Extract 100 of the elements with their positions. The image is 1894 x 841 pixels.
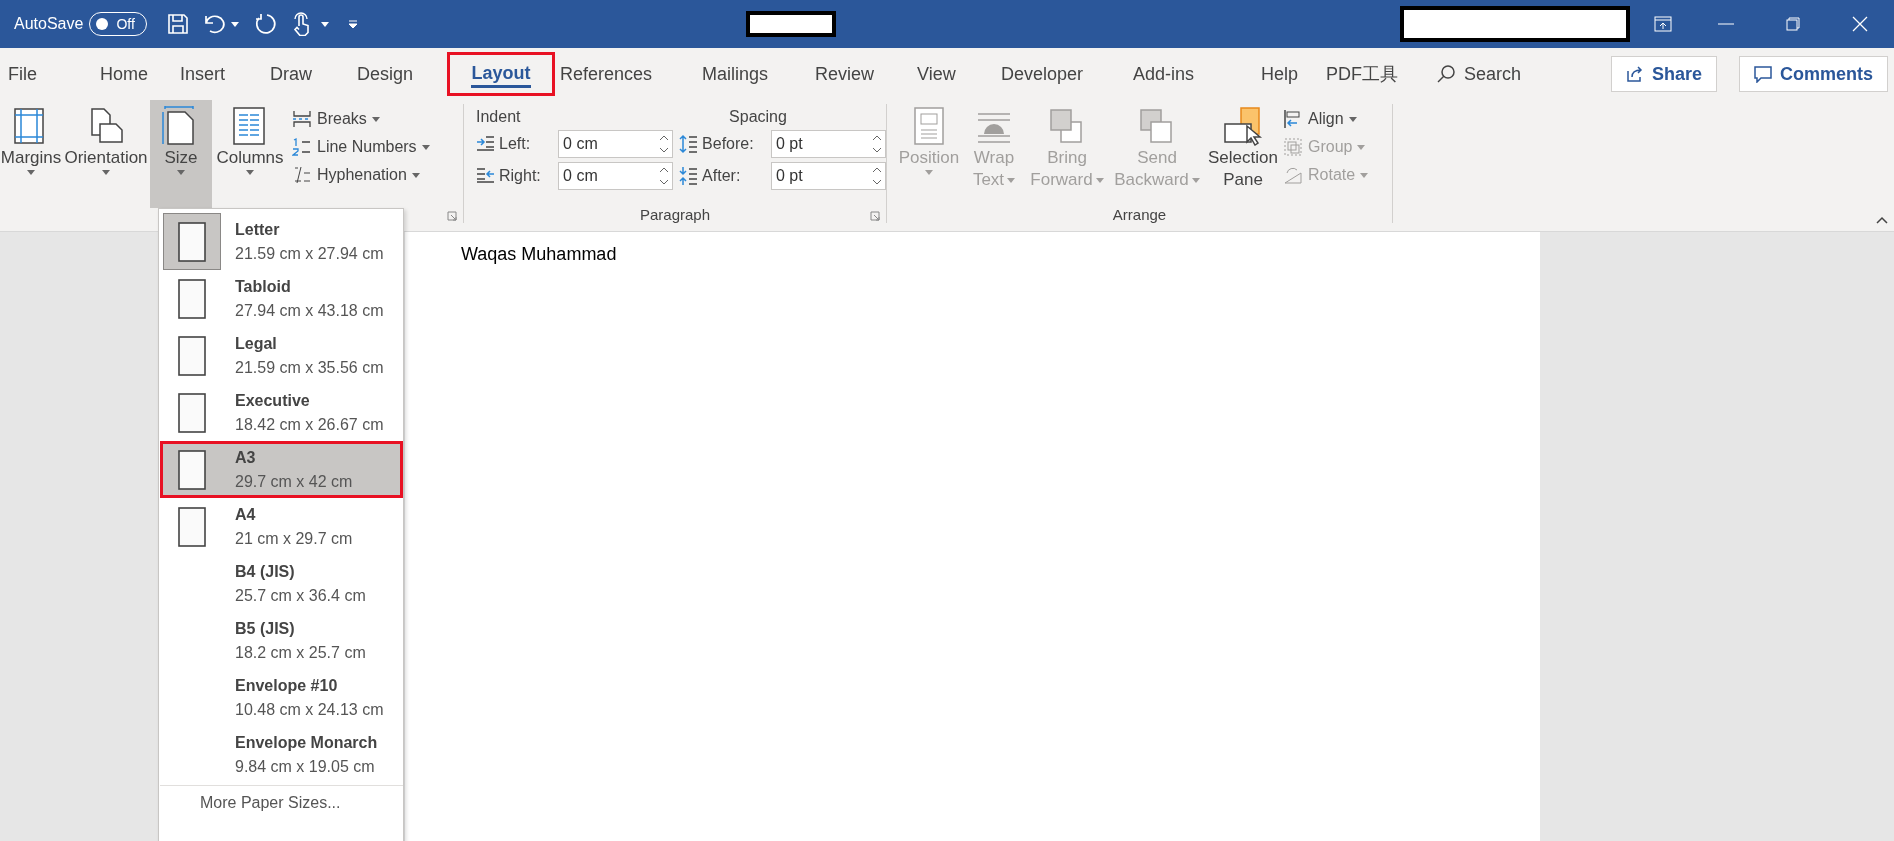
redo-icon[interactable] (253, 12, 278, 36)
paper-size-name: Legal (235, 334, 278, 353)
ribbon-tab[interactable]: Layout (447, 52, 555, 96)
ribbon-tab[interactable]: Review (815, 52, 917, 96)
indent-heading: Indent (476, 108, 522, 126)
paper-size-name: Envelope #10 (235, 676, 339, 695)
ribbon-tab[interactable]: Developer (1001, 52, 1133, 96)
paper-size-dimensions: 27.94 cm x 43.18 cm (235, 301, 384, 320)
align-icon (1283, 109, 1303, 129)
ribbon-button[interactable]: Margins (0, 100, 62, 200)
hyphenation-icon (292, 165, 312, 185)
page-icon (178, 221, 206, 262)
paper-size-name: B4 (JIS) (235, 562, 296, 581)
page-icon (178, 392, 206, 433)
indent-left-icon (476, 134, 496, 154)
ribbon-small-button[interactable]: Align (1283, 106, 1369, 132)
more-paper-sizes-item[interactable]: More Paper Sizes... (160, 785, 403, 812)
paper-size-name: Tabloid (235, 277, 292, 296)
ribbon-tab[interactable]: Draw (270, 52, 357, 96)
document-text: Waqas Muhammad (461, 244, 617, 264)
page-icon (178, 278, 206, 319)
caret-icon (177, 170, 185, 175)
save-icon[interactable] (167, 13, 190, 35)
number-field[interactable]: 0 pt (771, 130, 886, 158)
customize-toolbar-icon[interactable] (349, 20, 358, 28)
ribbon-tab[interactable]: Design (357, 52, 447, 96)
paper-size-name: Letter (235, 220, 281, 239)
spacing-before-icon (679, 134, 700, 154)
close-icon[interactable] (1852, 16, 1868, 32)
spinner-icon[interactable] (660, 134, 669, 154)
paper-size-item[interactable]: Legal 21.59 cm x 35.56 cm (160, 327, 403, 384)
ribbon-tab[interactable]: Home (100, 52, 180, 96)
paper-size-item[interactable]: A3 29.7 cm x 42 cm (160, 441, 403, 498)
group-title: Arrange (1112, 206, 1167, 223)
number-field[interactable]: 0 pt (771, 162, 886, 190)
caret-icon[interactable] (321, 21, 330, 27)
field-label: After: (679, 166, 765, 186)
group-title: Paragraph (639, 206, 711, 223)
ribbon-tab[interactable]: File (8, 52, 100, 96)
paper-size-dimensions: 18.2 cm x 25.7 cm (235, 643, 366, 662)
paper-size-item[interactable]: Envelope #10 10.48 cm x 24.13 cm (160, 669, 403, 726)
paper-size-dimensions: 21.59 cm x 35.56 cm (235, 358, 384, 377)
paper-size-item[interactable]: Letter 21.59 cm x 27.94 cm (160, 213, 403, 270)
spinner-icon[interactable] (873, 166, 881, 186)
ribbon-tab[interactable]: PDF工具 (1326, 52, 1426, 96)
caret-icon (411, 172, 420, 178)
ribbon-button[interactable]: Columns (212, 100, 288, 200)
paper-size-name: A4 (235, 505, 257, 524)
page-icon (178, 335, 206, 376)
rotate-icon (1283, 165, 1303, 185)
paper-size-item[interactable]: Executive 18.42 cm x 26.67 cm (160, 384, 403, 441)
autosave-label: AutoSave (14, 15, 84, 33)
paper-size-item[interactable]: B4 (JIS) 25.7 cm x 36.4 cm (160, 555, 403, 612)
paper-size-dimensions: 9.84 cm x 19.05 cm (235, 757, 376, 776)
paper-size-item[interactable]: A4 21 cm x 29.7 cm (160, 498, 403, 555)
undo-icon[interactable] (203, 13, 228, 35)
ribbon-small-button[interactable]: Line Numbers (292, 134, 430, 160)
search-field[interactable]: Search (1436, 63, 1522, 85)
spacing-after-icon (679, 166, 700, 186)
ribbon-tab[interactable]: Help (1261, 52, 1326, 96)
caret-icon (1357, 144, 1366, 150)
ribbon-tab[interactable]: References (560, 52, 702, 96)
page-icon (178, 449, 206, 490)
ribbon-tab[interactable]: View (917, 52, 1001, 96)
paper-size-item[interactable]: Tabloid 27.94 cm x 43.18 cm (160, 270, 403, 327)
ribbon-tab[interactable]: Insert (180, 52, 270, 96)
ribbon-display-options-icon[interactable] (1654, 16, 1672, 32)
ribbon-button[interactable]: Orientation (62, 100, 150, 200)
ribbon-small-button[interactable]: Hyphenation (292, 162, 430, 188)
share-button[interactable]: Share (1610, 56, 1717, 92)
caret-icon (246, 170, 254, 175)
dialog-launcher-icon[interactable] (447, 211, 457, 221)
comments-button[interactable]: Comments (1739, 56, 1888, 92)
restore-icon[interactable] (1786, 17, 1800, 31)
caret-icon (102, 170, 110, 175)
ribbon-tab[interactable]: Mailings (702, 52, 815, 96)
field-label: Before: (679, 134, 765, 154)
spinner-icon[interactable] (873, 134, 881, 154)
paper-size-item[interactable]: B5 (JIS) 18.2 cm x 25.7 cm (160, 612, 403, 669)
dialog-launcher-icon[interactable] (870, 211, 880, 221)
number-field[interactable]: 0 cm (558, 130, 674, 158)
ribbon-button[interactable]: Size (150, 100, 212, 208)
search-icon (1436, 64, 1456, 84)
number-field[interactable]: 0 cm (558, 162, 674, 190)
group-icon (1283, 137, 1303, 157)
caret-icon[interactable] (231, 21, 240, 27)
spinner-icon[interactable] (660, 166, 669, 186)
indent-right-icon (476, 166, 496, 186)
paper-size-name: Envelope Monarch (235, 733, 378, 752)
paper-size-dimensions: 29.7 cm x 42 cm (235, 472, 353, 491)
caret-icon (371, 116, 380, 122)
ribbon-button[interactable]: Selection Pane (1205, 100, 1281, 200)
paper-size-name: A3 (235, 448, 257, 467)
paper-size-item[interactable]: Envelope Monarch 9.84 cm x 19.05 cm (160, 726, 403, 783)
spacing-heading: Spacing (729, 108, 788, 126)
collapse-ribbon-icon[interactable] (1876, 216, 1888, 224)
ribbon-tab[interactable]: Add-ins (1133, 52, 1261, 96)
ribbon-small-button[interactable]: Breaks (292, 106, 430, 132)
share-icon (1625, 65, 1644, 83)
caret-icon (421, 144, 430, 150)
